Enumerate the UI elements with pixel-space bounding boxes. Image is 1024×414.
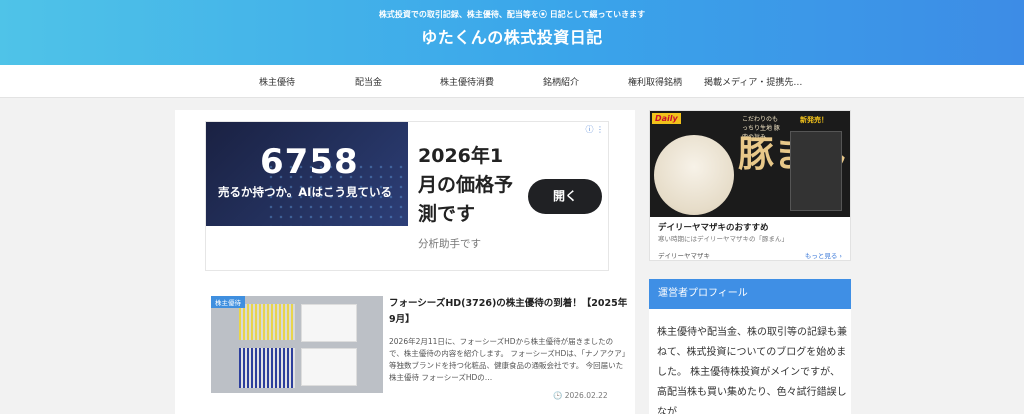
nav-item-stock-intro[interactable]: 銘柄紹介 xyxy=(543,75,579,88)
sidebar-ad-title[interactable]: デイリーヤマザキのおすすめ xyxy=(658,221,769,233)
profile-widget: 株主優待や配当金、株の取引等の記録も兼ねて、株式投資についてのブログを始めました… xyxy=(649,309,851,414)
clock-icon: 🕒 xyxy=(553,391,563,400)
post-thumbnail[interactable]: 株主優待 xyxy=(211,296,383,393)
brand-logo: Daily xyxy=(652,113,681,124)
ad-image-number: 6758 xyxy=(260,142,359,182)
ad-banner[interactable]: 6758 売るか持つか。AIはこう見ている 2026年1月の価格予測です 開く … xyxy=(205,121,609,271)
post-date-text: 2026.02.22 xyxy=(564,391,608,400)
post-card[interactable]: 株主優待 フォーシーズHD(3726)の株主優待の到着！【2025年9月】 20… xyxy=(211,296,631,414)
sachet-image xyxy=(301,348,357,386)
site-header: 株式投資での取引記録、株主優待、配当等を⦿ 日記として綴っていきます ゆたくんの… xyxy=(0,0,1024,65)
ad-image[interactable]: 6758 売るか持つか。AIはこう見ている xyxy=(206,122,408,226)
bun-image xyxy=(654,135,734,215)
site-title[interactable]: ゆたくんの株式投資日記 xyxy=(0,24,1024,48)
post-date: 🕒 2026.02.22 xyxy=(553,391,608,400)
profile-heading: 運営者プロフィール xyxy=(649,279,851,309)
ad-headline[interactable]: 2026年1月の価格予測です xyxy=(418,142,518,229)
sidebar-ad[interactable]: Daily こだわりのもっちり生地 豚肉の旨み 豚まん 新発売！ デイリーヤマザ… xyxy=(649,110,851,261)
nav-item-rights-acquired[interactable]: 権利取得銘柄 xyxy=(628,75,682,88)
sidebar-ad-description: 寒い時期にはデイリーヤマザキの「豚まん」 xyxy=(658,235,788,243)
adchoices-icon[interactable]: ⓘ ⋮ xyxy=(585,124,604,135)
sachet-image xyxy=(301,304,357,342)
category-badge[interactable]: 株主優待 xyxy=(211,296,245,308)
main-nav: 株主優待 配当金 株主優待消費 銘柄紹介 権利取得銘柄 掲載メディア・提携先… xyxy=(0,65,1024,98)
yellow-sticks-image xyxy=(239,304,295,340)
main-content: 6758 売るか持つか。AIはこう見ている 2026年1月の価格予測です 開く … xyxy=(175,110,635,414)
nav-item-shareholder-benefits[interactable]: 株主優待 xyxy=(259,75,295,88)
sidebar-ad-image[interactable]: Daily こだわりのもっちり生地 豚肉の旨み 豚まん 新発売！ xyxy=(650,111,850,217)
nav-item-dividends[interactable]: 配当金 xyxy=(355,75,382,88)
sidebar-ad-advertiser[interactable]: デイリーヤマザキ xyxy=(658,250,710,260)
site-tagline: 株式投資での取引記録、株主優待、配当等を⦿ 日記として綴っていきます xyxy=(378,10,646,19)
post-excerpt: 2026年2月11日に、フォーシーズHDから株主優待が届きましたので、株主優待の… xyxy=(389,337,626,382)
nav-item-benefit-usage[interactable]: 株主優待消費 xyxy=(440,75,494,88)
new-label: 新発売！ xyxy=(800,116,828,124)
package-image xyxy=(790,131,842,211)
ad-image-subtitle: 売るか持つか。AIはこう見ている xyxy=(218,185,392,199)
profile-text: 株主優待や配当金、株の取引等の記録も兼ねて、株式投資についてのブログを始めました… xyxy=(657,327,847,414)
ad-open-button[interactable]: 開く xyxy=(528,179,602,214)
ad-advertiser[interactable]: 分析助手です xyxy=(418,236,481,251)
nav-item-media[interactable]: 掲載メディア・提携先… xyxy=(704,75,802,88)
see-more-link[interactable]: もっと見る › xyxy=(805,250,842,260)
post-title[interactable]: フォーシーズHD(3726)の株主優待の到着！【2025年9月】 xyxy=(389,296,629,328)
blue-sticks-image xyxy=(239,348,295,388)
